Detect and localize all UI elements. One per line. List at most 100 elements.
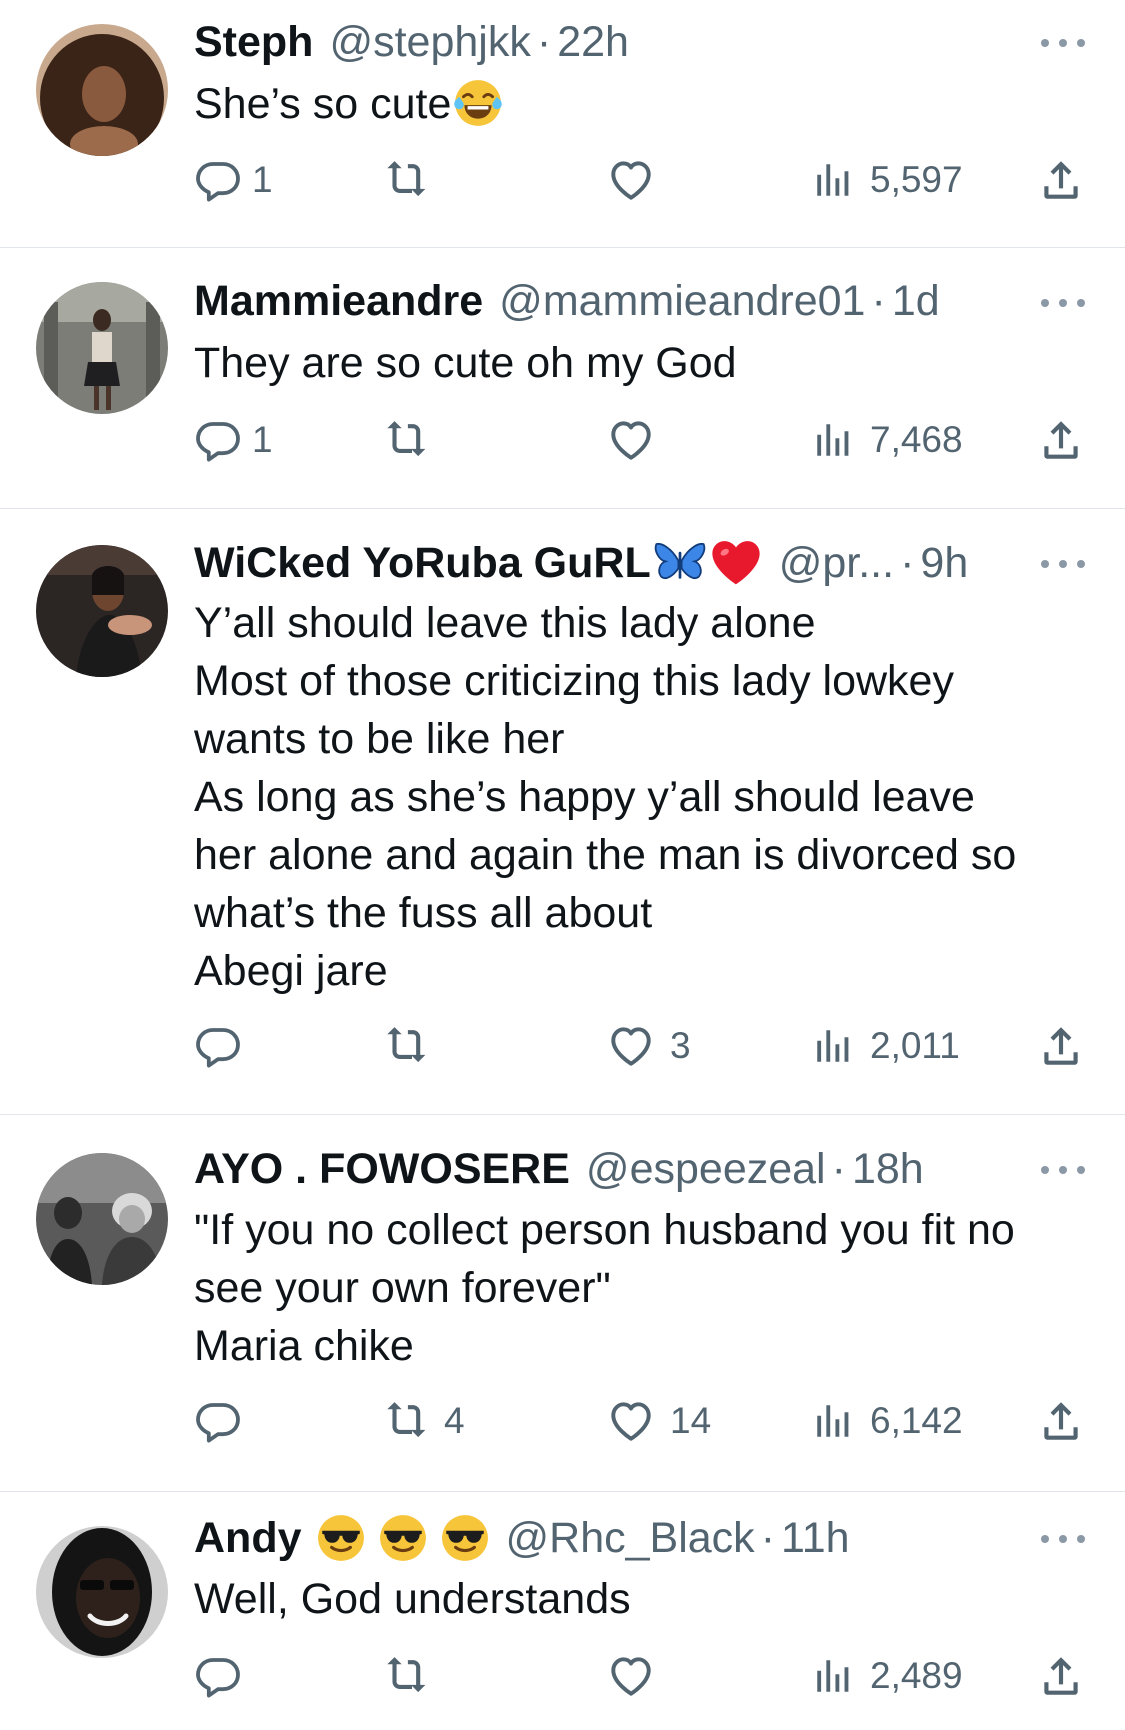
tweet-line: Most of those criticizing this lady lowk… [194, 657, 954, 705]
share-button[interactable] [1036, 1393, 1086, 1449]
tweet[interactable]: Mammieandre @mammieandre01 · 1d They are… [0, 248, 1125, 509]
retweet-button[interactable] [382, 1018, 434, 1074]
face-with-tears-of-joy-emoji [453, 78, 503, 128]
user-handle[interactable]: @mammieandre01 [499, 275, 865, 327]
action-bar: 2,489 [194, 1648, 1094, 1704]
like-count: 14 [670, 1400, 712, 1441]
like-button[interactable] [606, 1648, 656, 1704]
more-options-icon[interactable] [1041, 1532, 1085, 1546]
tweet-header: WiCked YoRuba GuRL @pr... · 9h [194, 536, 995, 590]
share-icon [1036, 155, 1086, 205]
avatar-image [36, 1526, 168, 1658]
view-count: 6,142 [870, 1400, 963, 1441]
retweet-icon [382, 1650, 434, 1702]
reply-icon [194, 416, 242, 464]
display-name[interactable]: AYO . FOWOSERE [194, 1143, 570, 1195]
tweet-line: wants to be like her [194, 715, 565, 763]
heart-icon [606, 415, 656, 465]
separator: · [760, 1514, 776, 1562]
avatar[interactable] [36, 545, 168, 677]
retweet-button[interactable] [382, 152, 434, 208]
reply-button[interactable]: 1 [194, 152, 273, 208]
display-name[interactable]: Steph [194, 16, 313, 68]
share-icon [1036, 415, 1086, 465]
retweet-icon [382, 154, 434, 206]
tweet-text: They are so cute oh my God [194, 334, 1095, 392]
share-button[interactable] [1036, 152, 1086, 208]
views-icon [812, 159, 854, 201]
tweet-line: They are so cute oh my God [194, 339, 737, 387]
avatar[interactable] [36, 282, 168, 414]
tweet-line: Abegi jare [194, 947, 388, 995]
more-options-icon[interactable] [1041, 296, 1085, 310]
tweet-text: She’s so cute [194, 75, 1095, 133]
like-button[interactable] [606, 412, 656, 468]
display-name[interactable]: WiCked YoRuba GuRL [194, 537, 651, 589]
views-button[interactable]: 2,011 [812, 1018, 960, 1074]
retweet-button[interactable]: 4 [382, 1393, 465, 1449]
views-button[interactable]: 5,597 [812, 152, 963, 208]
reply-icon [194, 1397, 242, 1445]
tweet-line: Maria chike [194, 1322, 414, 1370]
timestamp[interactable]: 11h [781, 1512, 850, 1564]
like-button[interactable]: 14 [606, 1393, 711, 1449]
reply-icon [194, 1652, 242, 1700]
share-button[interactable] [1036, 1648, 1086, 1704]
more-options-icon[interactable] [1041, 557, 1085, 571]
red-heart-emoji [709, 536, 763, 590]
retweet-icon [382, 1395, 434, 1447]
tweet[interactable]: WiCked YoRuba GuRL @pr... · 9h Y’all sho… [0, 509, 1125, 1115]
views-button[interactable]: 7,468 [812, 412, 963, 468]
user-handle[interactable]: @stephjkk [329, 16, 530, 68]
user-handle[interactable]: @Rhc_Black [506, 1512, 755, 1564]
reply-icon [194, 156, 242, 204]
views-icon [812, 1400, 854, 1442]
reply-button[interactable] [194, 1018, 242, 1074]
avatar-image [36, 282, 168, 414]
tweet[interactable]: Steph @stephjkk · 22h She’s so cute 1 5,… [0, 0, 1125, 248]
timestamp[interactable]: 9h [920, 537, 968, 589]
retweet-button[interactable] [382, 412, 434, 468]
display-name[interactable]: Andy [194, 1512, 302, 1564]
avatar-image [36, 545, 168, 677]
reply-icon [194, 1022, 242, 1070]
separator: · [831, 1145, 846, 1193]
share-button[interactable] [1036, 1018, 1086, 1074]
action-bar: 1 5,597 [194, 152, 1094, 208]
sunglasses-emoji [440, 1513, 490, 1563]
avatar[interactable] [36, 1153, 168, 1285]
like-button[interactable]: 3 [606, 1018, 691, 1074]
share-icon [1036, 1021, 1086, 1071]
share-button[interactable] [1036, 412, 1086, 468]
tweet-line: see your own forever" [194, 1264, 611, 1312]
avatar[interactable] [36, 24, 168, 156]
tweet-line: her alone and again the man is divorced … [194, 831, 1017, 879]
action-bar: 4 14 6,142 [194, 1393, 1094, 1449]
user-handle[interactable]: @pr... [779, 537, 894, 589]
retweet-icon [382, 414, 434, 466]
view-count: 2,011 [870, 1025, 960, 1066]
share-icon [1036, 1651, 1086, 1701]
more-options-icon[interactable] [1041, 1163, 1085, 1177]
tweet[interactable]: AYO . FOWOSERE @espeezeal · 18h "If you … [0, 1115, 1125, 1492]
separator: · [871, 277, 886, 325]
timestamp[interactable]: 18h [852, 1143, 924, 1195]
heart-icon [606, 1396, 656, 1446]
tweet[interactable]: Andy @Rhc_Black · 11h Well, God understa… [0, 1492, 1125, 1730]
avatar[interactable] [36, 1526, 168, 1658]
more-options-icon[interactable] [1041, 36, 1085, 50]
like-button[interactable] [606, 152, 656, 208]
tweet-line: She’s so cute [194, 75, 1095, 133]
reply-button[interactable] [194, 1393, 242, 1449]
reply-button[interactable] [194, 1648, 242, 1704]
views-button[interactable]: 2,489 [812, 1648, 963, 1704]
tweet-header: Mammieandre @mammieandre01 · 1d [194, 275, 975, 327]
timestamp[interactable]: 22h [557, 16, 629, 68]
timestamp[interactable]: 1d [892, 275, 940, 327]
user-handle[interactable]: @espeezeal [586, 1143, 826, 1195]
reply-button[interactable]: 1 [194, 412, 273, 468]
views-button[interactable]: 6,142 [812, 1393, 963, 1449]
retweet-button[interactable] [382, 1648, 434, 1704]
display-name[interactable]: Mammieandre [194, 275, 483, 327]
separator: · [900, 539, 915, 587]
